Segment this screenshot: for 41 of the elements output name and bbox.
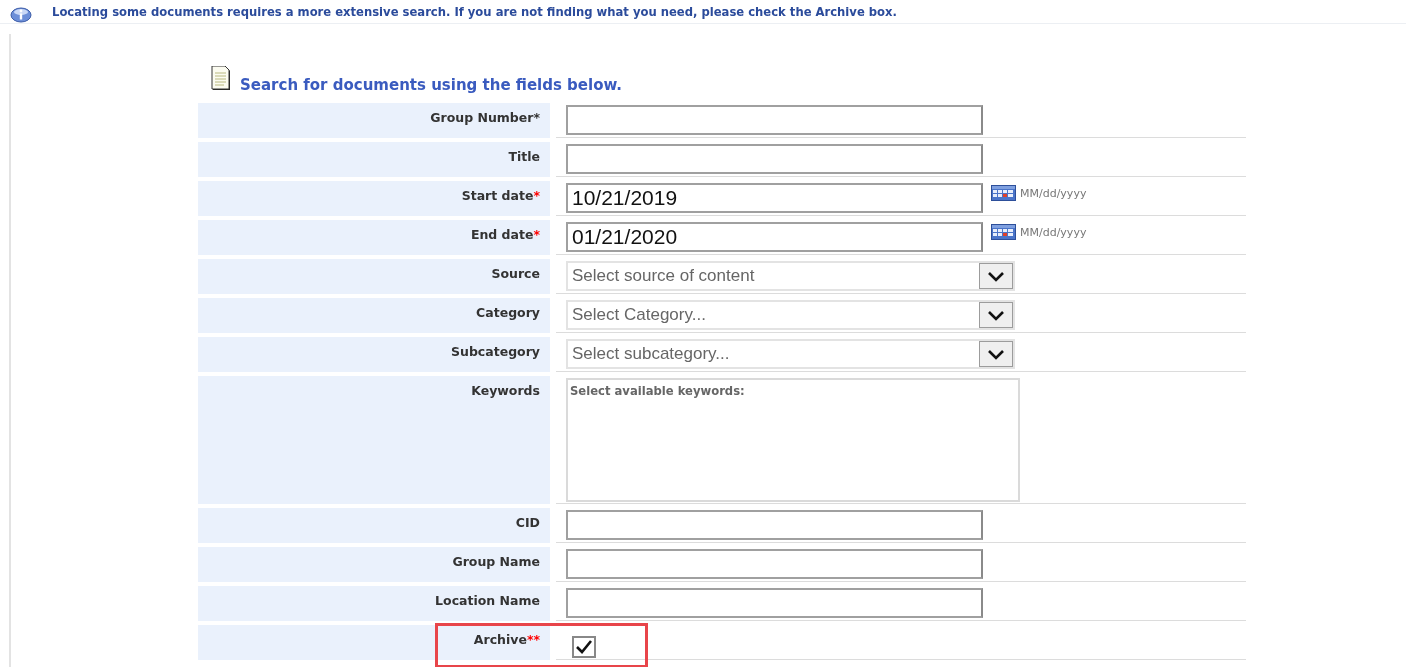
field-label: Title — [508, 149, 540, 164]
text-field[interactable] — [566, 144, 983, 174]
text-field[interactable] — [566, 588, 983, 618]
required-mark: * — [533, 110, 540, 125]
chevron-down-icon — [986, 269, 1006, 283]
field-label: Subcategory — [451, 344, 540, 359]
date-field[interactable]: 10/21/2019 — [566, 183, 983, 213]
keywords-caption: Select available keywords: — [570, 384, 745, 398]
field-label: Group Number — [430, 110, 534, 125]
field-label: Keywords — [471, 383, 540, 398]
calendar-icon — [991, 224, 1016, 240]
notice-text: Locating some documents requires a more extensive search. If you are not finding what you need, please check the Archive box. — [52, 4, 897, 19]
document-icon — [210, 66, 231, 91]
info-icon — [10, 6, 32, 23]
required-mark: * — [533, 227, 540, 242]
text-field[interactable] — [566, 510, 983, 540]
text-field[interactable] — [566, 105, 983, 135]
field-label: CID — [515, 515, 540, 530]
form-heading: Search for documents using the fields below. — [240, 76, 623, 94]
check-icon — [574, 638, 594, 656]
chevron-down-icon — [986, 308, 1006, 322]
field-label: Category — [476, 305, 540, 320]
required-mark: ** — [526, 632, 540, 647]
field-label: End date — [470, 227, 534, 242]
dropdown[interactable]: Select Category... — [566, 300, 1015, 330]
text-field[interactable] — [566, 549, 983, 579]
calendar-icon — [991, 185, 1016, 201]
date-format-hint: MM/dd/yyyy — [1020, 187, 1087, 200]
date-field[interactable]: 01/21/2020 — [566, 222, 983, 252]
field-label: Location Name — [435, 593, 540, 608]
field-label: Source — [491, 266, 540, 281]
required-mark: * — [533, 188, 540, 203]
keywords-list[interactable]: Select available keywords: — [566, 378, 1020, 502]
chevron-down-icon — [986, 347, 1006, 361]
dropdown[interactable]: Select source of content — [566, 261, 1015, 291]
field-label: Archive — [473, 632, 527, 647]
dropdown[interactable]: Select subcategory... — [566, 339, 1015, 369]
field-label: Group Name — [452, 554, 540, 569]
field-label: Start date — [461, 188, 534, 203]
date-format-hint: MM/dd/yyyy — [1020, 226, 1087, 239]
checkbox[interactable] — [572, 636, 596, 658]
